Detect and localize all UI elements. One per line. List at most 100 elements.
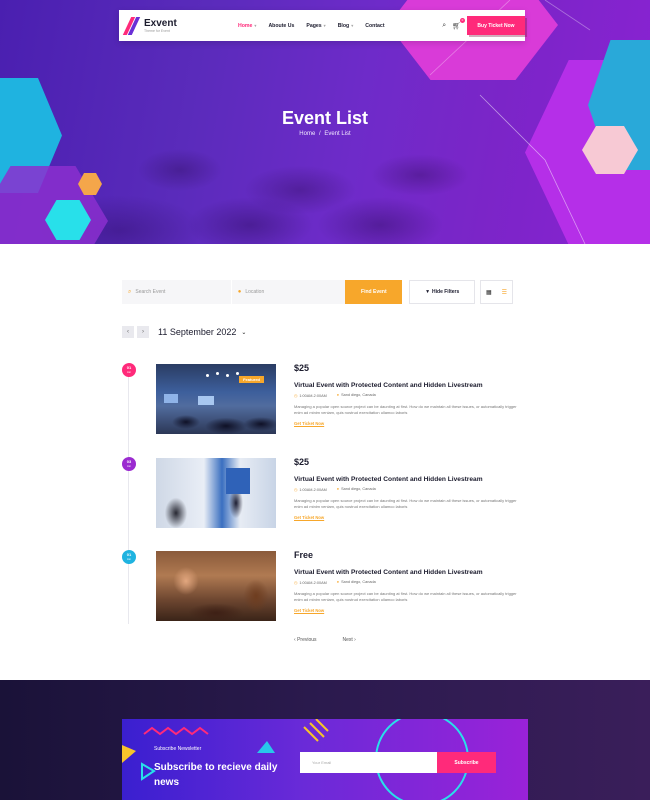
event-search-bar: ⌕ Search Event ● Location Find Event ▼ H… [122, 280, 513, 304]
nav-item-label: Contact [365, 22, 385, 29]
event-photo[interactable] [156, 458, 276, 528]
event-price: Free [294, 550, 314, 560]
event-date-badge: 01 Jun [122, 363, 136, 377]
event-time-text: 1:00AM-2:00AM [299, 581, 327, 585]
email-field[interactable]: Your Email [300, 752, 437, 773]
event-time-text: 1:00AM-2:00AM [299, 394, 327, 398]
pagination: ‹ Previous Next › [294, 637, 356, 643]
chevron-right-icon[interactable]: › [137, 326, 149, 338]
find-event-button[interactable]: Find Event [345, 280, 403, 304]
event-description: Managing a popular open source project c… [294, 404, 517, 415]
buy-ticket-button[interactable]: Buy Ticket Now [467, 16, 525, 35]
view-toggle: ▦ ☰ [480, 280, 513, 304]
get-ticket-link[interactable]: Get Ticket Now [294, 608, 534, 613]
logo-name: Exvent [144, 17, 177, 29]
event-item: 01 Jun Featured $25 Virtual Event with P… [122, 363, 532, 443]
event-meta: ◷ 1:00AM-2:00AM ● Sand diego, Canada [294, 487, 534, 492]
event-time: ◷ 1:00AM-2:00AM [294, 487, 327, 492]
breadcrumb-current: Event List [324, 131, 351, 137]
search-icon: ⌕ [128, 288, 132, 295]
nav-menu: Home ▾ Aboute Us Pages ▾ Blog ▾ Contact [238, 23, 385, 29]
location-field[interactable]: ● Location [231, 280, 346, 304]
nav-item-label: Home [238, 22, 253, 29]
event-time-text: 1:00AM-2:00AM [299, 488, 327, 492]
get-ticket-link[interactable]: Get Ticket Now [294, 515, 534, 520]
logo-icon [122, 16, 141, 35]
main-navbar: Exvent Theme for Event Home ▾ Aboute Us P… [119, 10, 525, 41]
date-navigator: ‹ › 11 September 2022 ⌄ [122, 326, 246, 338]
location-pin-icon: ● [336, 393, 340, 397]
location-pin-icon: ● [336, 580, 340, 584]
breadcrumb-separator: / [318, 131, 321, 137]
nav-item-contact[interactable]: Contact [365, 23, 384, 29]
event-location-text: Sand diego, Canada [341, 580, 376, 584]
current-date: 11 September 2022 [158, 327, 237, 337]
event-photo[interactable] [156, 551, 276, 621]
next-page-link[interactable]: Next › [343, 637, 356, 643]
location-pin-icon: ● [237, 289, 242, 295]
event-item: 01 Jun Free Virtual Event with Protected… [122, 550, 532, 630]
event-meta: ◷ 1:00AM-2:00AM ● Sand diego, Canada [294, 580, 534, 585]
event-location-text: Sand diego, Canada [341, 393, 376, 397]
event-date-badge: 01 Jun [122, 550, 136, 564]
cart-icon[interactable]: 🛒︎ 0 [452, 17, 465, 30]
location-pin-icon: ● [336, 487, 340, 491]
nav-item-label: Blog [337, 22, 350, 29]
clock-icon: ◷ [294, 394, 298, 398]
list-view-icon[interactable]: ☰ [502, 289, 507, 296]
event-title[interactable]: Virtual Event with Protected Content and… [294, 476, 534, 483]
previous-page-link[interactable]: ‹ Previous [294, 637, 317, 643]
chevron-down-icon: ▾ [323, 22, 326, 28]
clock-icon: ◷ [294, 488, 298, 492]
search-event-placeholder: Search Event [135, 289, 166, 295]
breadcrumb: Home / Event List [0, 131, 650, 137]
clock-icon: ◷ [294, 581, 298, 585]
filter-icon: ▼ [425, 289, 431, 295]
event-description: Managing a popular open source project c… [294, 498, 517, 509]
page-title: Event List [281, 108, 369, 128]
chevron-down-icon: ▾ [351, 22, 354, 28]
nav-item-pages[interactable]: Pages ▾ [306, 23, 325, 29]
chevron-down-icon[interactable]: ⌄ [241, 329, 246, 336]
event-price: $25 [294, 457, 310, 467]
search-event-field[interactable]: ⌕ Search Event [122, 280, 231, 304]
chevron-right-icon: › [352, 637, 356, 643]
event-time: ◷ 1:00AM-2:00AM [294, 580, 327, 585]
event-title[interactable]: Virtual Event with Protected Content and… [294, 569, 534, 576]
site-logo[interactable]: Exvent Theme for Event [122, 16, 216, 35]
next-label: Next [342, 637, 353, 643]
event-month: Jun [126, 465, 132, 468]
location-placeholder: Location [245, 289, 265, 295]
event-photo[interactable]: Featured [156, 364, 276, 434]
event-month: Jun [126, 371, 132, 374]
get-ticket-link[interactable]: Get Ticket Now [294, 421, 534, 426]
event-description: Managing a popular open source project c… [294, 591, 517, 602]
logo-tagline: Theme for Event [144, 28, 170, 33]
nav-item-label: Pages [306, 22, 322, 29]
featured-badge: Featured [239, 376, 264, 383]
event-meta: ◷ 1:00AM-2:00AM ● Sand diego, Canada [294, 393, 534, 398]
cart-count-badge: 0 [460, 17, 465, 23]
newsletter-title: Subscribe to recieve daily news [154, 762, 278, 788]
nav-item-blog[interactable]: Blog ▾ [338, 23, 354, 29]
previous-label: Previous [297, 637, 317, 643]
grid-view-icon[interactable]: ▦ [486, 289, 492, 296]
chevron-down-icon: ▾ [254, 22, 257, 28]
nav-item-about[interactable]: Aboute Us [268, 23, 294, 29]
breadcrumb-home-link[interactable]: Home [299, 131, 315, 137]
event-info: $25 Virtual Event with Protected Content… [294, 457, 534, 520]
event-time: ◷ 1:00AM-2:00AM [294, 393, 327, 398]
event-location: ● Sand diego, Canada [337, 487, 376, 492]
event-date-badge: 03 Jun [122, 457, 136, 471]
subscribe-button[interactable]: Subscribe [437, 752, 496, 773]
event-title[interactable]: Virtual Event with Protected Content and… [294, 382, 534, 389]
search-icon[interactable]: ⌕ [442, 22, 446, 30]
chevron-left-icon[interactable]: ‹ [122, 326, 134, 338]
event-month: Jun [126, 558, 132, 561]
nav-item-home[interactable]: Home ▾ [238, 23, 256, 29]
hide-filters-button[interactable]: ▼ Hide Filters [409, 280, 476, 304]
nav-actions: ⌕ 🛒︎ 0 [442, 17, 465, 30]
newsletter-box: Subscribe Newsletter Subscribe to reciev… [122, 719, 528, 800]
event-item: 03 Jun $25 Virtual Event with Protected … [122, 457, 532, 537]
event-location-text: Sand diego, Canada [341, 487, 376, 491]
